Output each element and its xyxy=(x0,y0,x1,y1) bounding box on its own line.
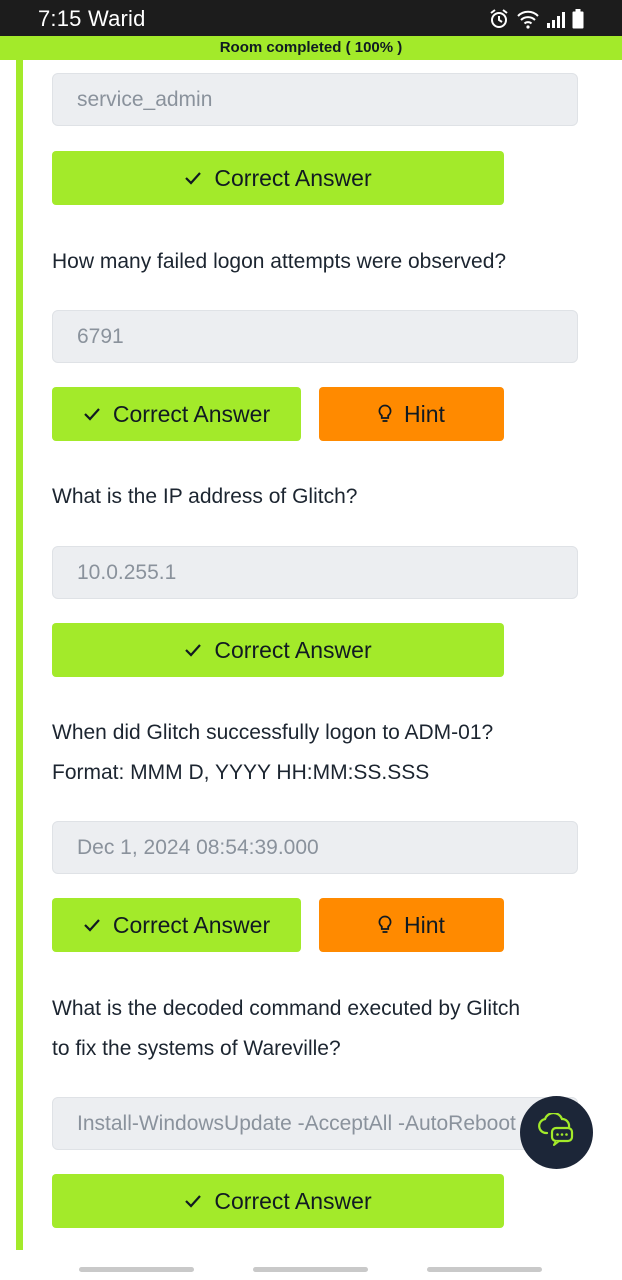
check-icon xyxy=(184,171,202,185)
carrier-name: Warid xyxy=(87,6,146,31)
button-label: Correct Answer xyxy=(214,636,372,663)
nav-home-handle[interactable] xyxy=(253,1267,368,1272)
correct-answer-button[interactable]: Correct Answer xyxy=(52,1174,504,1228)
battery-icon xyxy=(572,9,584,29)
check-icon xyxy=(83,918,101,932)
button-label: Correct Answer xyxy=(214,1187,372,1214)
question-list[interactable]: service_admin Correct Answer How many fa… xyxy=(0,60,622,1250)
room-progress-banner: Room completed ( 100% ) xyxy=(0,36,622,60)
wifi-icon xyxy=(516,9,540,29)
task-progress-rail xyxy=(16,60,23,1250)
answer-field[interactable]: Install-WindowsUpdate -AcceptAll -AutoRe… xyxy=(52,1097,578,1150)
hint-button[interactable]: Hint xyxy=(319,387,504,441)
nav-recents-handle[interactable] xyxy=(79,1267,194,1272)
system-nav-bar xyxy=(0,1250,622,1280)
lightbulb-icon xyxy=(378,915,392,935)
question-text: What is the decoded command executed by … xyxy=(52,997,521,1020)
question-text: How many failed logon attempts were obse… xyxy=(52,250,507,273)
button-label: Correct Answer xyxy=(112,911,271,938)
answer-field[interactable]: 10.0.255.1 xyxy=(52,546,578,599)
correct-answer-button[interactable]: Correct Answer xyxy=(52,898,301,952)
check-icon xyxy=(83,407,101,421)
button-label: Correct Answer xyxy=(112,400,271,427)
correct-answer-button[interactable]: Correct Answer xyxy=(52,623,504,677)
button-label: Correct Answer xyxy=(214,164,372,191)
button-label: Hint xyxy=(404,400,445,427)
chat-cloud-icon xyxy=(537,1111,577,1152)
clock-time: 7:15 xyxy=(38,6,82,31)
signal-icon xyxy=(546,10,566,28)
question-text-continued: to fix the systems of Wareville? xyxy=(52,1037,341,1060)
check-icon xyxy=(184,1194,202,1208)
status-icons xyxy=(488,8,584,30)
status-bar: 7:15 Warid xyxy=(0,0,622,36)
chat-button[interactable] xyxy=(520,1096,593,1169)
correct-answer-button[interactable]: Correct Answer xyxy=(52,387,301,441)
alarm-icon xyxy=(488,8,510,30)
lightbulb-icon xyxy=(378,404,392,424)
answer-field[interactable]: 6791 xyxy=(52,310,578,363)
answer-field[interactable]: service_admin xyxy=(52,73,578,126)
status-time: 7:15 Warid xyxy=(38,6,146,32)
answer-field[interactable]: Dec 1, 2024 08:54:39.000 xyxy=(52,821,578,874)
question-text: What is the IP address of Glitch? xyxy=(52,485,358,508)
button-label: Hint xyxy=(404,911,445,938)
question-format-text: Format: MMM D, YYYY HH:MM:SS.SSS xyxy=(52,761,430,784)
hint-button[interactable]: Hint xyxy=(319,898,504,952)
correct-answer-button[interactable]: Correct Answer xyxy=(52,151,504,205)
question-text: When did Glitch successfully logon to AD… xyxy=(52,721,494,744)
check-icon xyxy=(184,643,202,657)
nav-back-handle[interactable] xyxy=(427,1267,542,1272)
